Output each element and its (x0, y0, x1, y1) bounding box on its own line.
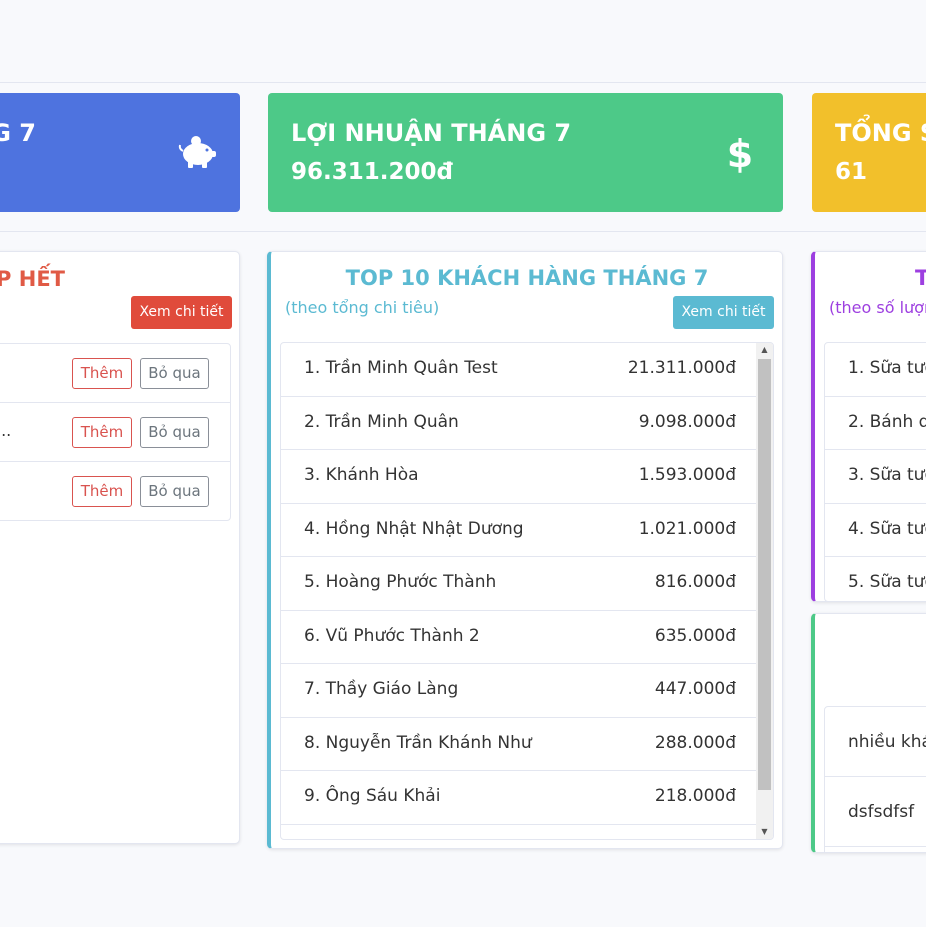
customer-amount: 1.021.000đ (638, 518, 736, 539)
total-title: TỔNG S (835, 119, 926, 147)
list-item: 1. Sữa tươ (825, 343, 926, 397)
customer-name: 8. Nguyễn Trần Khánh Như (304, 732, 532, 753)
customer-amount: 218.000đ (654, 786, 736, 806)
table-row: 2. Trần Minh Quân 9.098.000đ (281, 397, 757, 450)
table-row: 1. Trần Minh Quân Test 21.311.000đ (281, 343, 757, 397)
table-row: 8. Nguyễn Trần Khánh Như 288.000đ (281, 718, 757, 771)
profit-card: LỢI NHUẬN THÁNG 7 96.311.200đ $ (268, 93, 783, 212)
list-item: Thêm Bỏ qua (0, 462, 230, 521)
top-customers-panel: TOP 10 KHÁCH HÀNG THÁNG 7 (theo tổng chi… (267, 251, 783, 849)
misc-panel: nhiều khác dsfsdfsf (811, 613, 926, 853)
skip-button[interactable]: Bỏ qua (140, 417, 209, 448)
top-products-title: T (915, 266, 926, 290)
customer-name: 7. Thầy Giáo Làng (304, 679, 459, 699)
table-row: 5. Hoàng Phước Thành 816.000đ (281, 557, 757, 611)
misc-list: nhiều khác dsfsdfsf (824, 706, 926, 852)
list-item: ... Thêm Bỏ qua (0, 403, 230, 462)
top-products-panel: T (theo số lượn 1. Sữa tươ 2. Bánh qu 3.… (811, 251, 926, 602)
top-customers-list[interactable]: 1. Trần Minh Quân Test 21.311.000đ 2. Tr… (280, 342, 774, 840)
list-item: 3. Sữa tươ (825, 450, 926, 504)
list-item: 4. Sữa tươ (825, 504, 926, 557)
customer-amount: 9.098.000đ (638, 411, 736, 432)
scroll-thumb[interactable] (758, 359, 771, 790)
product-name: 5. Sữa tươ (848, 572, 926, 592)
total-card: TỔNG S 61 (812, 93, 926, 212)
customer-amount: 635.000đ (654, 625, 736, 646)
list-item: 2. Bánh qu (825, 397, 926, 450)
revenue-card: G 7 (0, 93, 240, 212)
top-customers-title: TOP 10 KHÁCH HÀNG THÁNG 7 (345, 266, 709, 290)
top-customers-subtitle: (theo tổng chi tiêu) (285, 298, 440, 317)
list-item: dsfsdfsf (825, 777, 926, 847)
customer-name: 6. Vũ Phước Thành 2 (304, 625, 480, 646)
customer-amount: 21.311.000đ (627, 358, 736, 378)
out-of-stock-view-button[interactable]: Xem chi tiết (131, 296, 232, 329)
svg-text:$: $ (727, 132, 753, 173)
scrollbar[interactable]: ▲ ▼ (756, 343, 773, 839)
out-of-stock-panel: P HẾT Xem chi tiết Thêm Bỏ qua ... Thêm … (0, 251, 240, 844)
header-divider (0, 82, 926, 83)
top-customers-view-button[interactable]: Xem chi tiết (673, 296, 774, 329)
product-name: 3. Sữa tươ (848, 465, 926, 485)
product-name: 4. Sữa tươ (848, 518, 926, 539)
scroll-up-arrow-icon[interactable]: ▲ (756, 343, 773, 357)
add-button[interactable]: Thêm (72, 417, 132, 448)
list-item: Thêm Bỏ qua (0, 344, 230, 403)
customer-name: 9. Ông Sáu Khải (304, 786, 441, 806)
list-item: nhiều khác (825, 707, 926, 777)
out-of-stock-list: Thêm Bỏ qua ... Thêm Bỏ qua Thêm Bỏ qua (0, 343, 231, 521)
customer-name: 4. Hồng Nhật Nhật Dương (304, 518, 524, 539)
product-name: 2. Bánh qu (848, 411, 926, 432)
customer-amount: 288.000đ (654, 732, 736, 753)
piggy-bank-icon (176, 131, 218, 173)
total-value: 61 (835, 159, 868, 185)
table-row: 4. Hồng Nhật Nhật Dương 1.021.000đ (281, 504, 757, 557)
product-name: 1. Sữa tươ (848, 358, 926, 378)
customer-name: 1. Trần Minh Quân Test (304, 358, 498, 378)
customer-amount: 816.000đ (654, 572, 736, 592)
profit-value: 96.311.200đ (291, 159, 453, 185)
misc-item-name: dsfsdfsf (848, 802, 915, 822)
customer-name: 2. Trần Minh Quân (304, 411, 459, 432)
table-row: 6. Vũ Phước Thành 2 635.000đ (281, 611, 757, 664)
top-products-subtitle: (theo số lượn (829, 298, 926, 317)
skip-button[interactable]: Bỏ qua (140, 476, 209, 507)
scroll-down-arrow-icon[interactable]: ▼ (756, 825, 773, 839)
profit-title: LỢI NHUẬN THÁNG 7 (291, 119, 572, 147)
top-products-list: 1. Sữa tươ 2. Bánh qu 3. Sữa tươ 4. Sữa … (824, 342, 926, 601)
revenue-title: G 7 (0, 119, 36, 147)
out-of-stock-title: P HẾT (0, 267, 65, 291)
dollar-icon: $ (719, 131, 761, 176)
section-divider (0, 231, 926, 232)
table-row: 9. Ông Sáu Khải 218.000đ (281, 771, 757, 825)
customer-amount: 1.593.000đ (638, 465, 736, 485)
add-button[interactable]: Thêm (72, 358, 132, 389)
add-button[interactable]: Thêm (72, 476, 132, 507)
item-name: ... (0, 421, 12, 440)
customer-amount: 447.000đ (654, 679, 736, 699)
table-row (281, 825, 757, 840)
customer-name: 5. Hoàng Phước Thành (304, 572, 497, 592)
list-item: 5. Sữa tươ (825, 557, 926, 601)
table-row: 3. Khánh Hòa 1.593.000đ (281, 450, 757, 504)
table-row: 7. Thầy Giáo Làng 447.000đ (281, 664, 757, 718)
skip-button[interactable]: Bỏ qua (140, 358, 209, 389)
customer-name: 3. Khánh Hòa (304, 465, 419, 485)
misc-item-name: nhiều khác (848, 732, 926, 752)
